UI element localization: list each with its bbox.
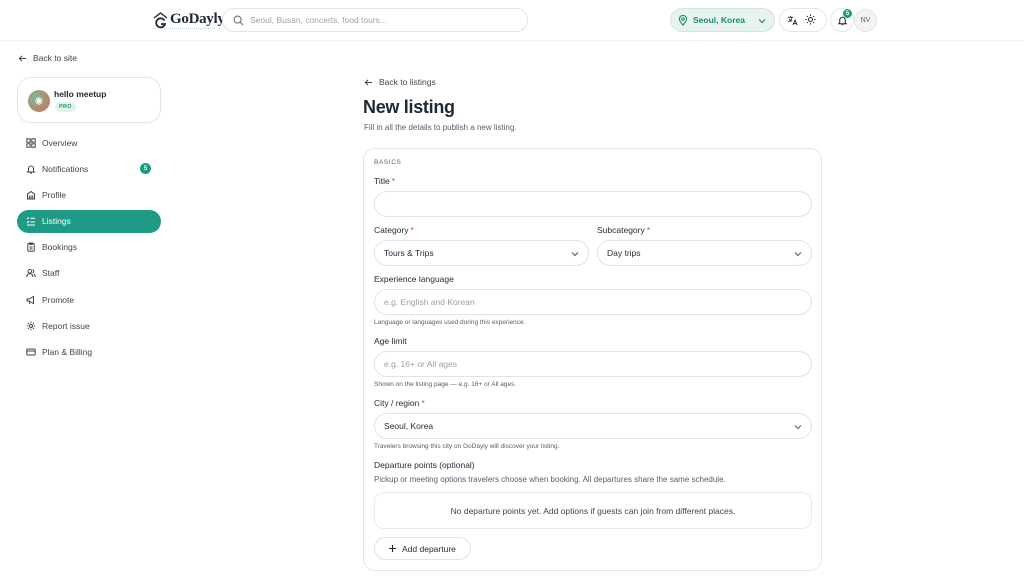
search-bar[interactable] xyxy=(222,8,528,32)
logo-icon xyxy=(153,12,168,29)
category-label: Category * xyxy=(374,225,414,235)
city-label: City / region * xyxy=(374,398,425,408)
listing-form-card: BASICS Title * Category * Tours & Trips Su… xyxy=(363,148,822,571)
sidebar-item-label: Overview xyxy=(42,137,78,148)
sidebar-item-notifications[interactable]: Notifications 5 xyxy=(17,157,161,180)
sidebar-item-promote[interactable]: Promote xyxy=(17,288,161,311)
back-to-listings-link[interactable]: Back to listings xyxy=(364,77,436,87)
language-label: Experience language xyxy=(374,274,454,284)
sun-icon[interactable] xyxy=(805,14,816,25)
logo-underline xyxy=(153,28,215,30)
add-departure-button[interactable]: Add departure xyxy=(374,537,471,560)
search-input[interactable] xyxy=(250,15,510,25)
notification-count-badge: 5 xyxy=(843,9,852,18)
age-limit-label: Age limit xyxy=(374,336,407,346)
chevron-down-icon xyxy=(794,425,802,430)
bell-icon xyxy=(26,165,36,174)
chevron-down-icon xyxy=(571,252,579,257)
plan-badge: PRO xyxy=(55,102,76,112)
sidebar-item-listings[interactable]: Listings xyxy=(17,209,161,233)
back-to-listings-label: Back to listings xyxy=(379,77,436,87)
sidebar-item-label: Plan & Billing xyxy=(42,347,93,357)
users-icon xyxy=(26,269,36,278)
translate-icon xyxy=(787,15,798,25)
location-selector[interactable]: Seoul, Korea xyxy=(670,8,775,32)
sidebar-item-label: Report issue xyxy=(42,320,90,331)
map-pin-icon xyxy=(678,14,688,26)
sidebar-item-report-issue[interactable]: Report issue xyxy=(17,314,161,337)
clipboard-icon xyxy=(27,242,35,253)
title-input[interactable] xyxy=(384,199,811,209)
chevron-down-icon xyxy=(758,19,766,24)
sidebar-item-label: Profile xyxy=(42,189,67,200)
search-icon xyxy=(233,15,244,25)
back-to-site-label: Back to site xyxy=(33,53,77,63)
org-name: hello meetup xyxy=(54,89,107,99)
arrow-left-icon xyxy=(18,54,27,62)
plus-icon xyxy=(389,545,396,552)
departure-points-description: Pickup or meeting options travelers choo… xyxy=(374,475,726,484)
sidebar-item-label: Listings xyxy=(42,216,71,227)
page-title: New listing xyxy=(363,97,455,117)
arrow-left-icon xyxy=(364,78,373,86)
required-marker: * xyxy=(421,398,425,408)
sidebar-item-label: Staff xyxy=(42,268,60,279)
brand-logo[interactable]: GoDayly xyxy=(153,10,225,32)
language-input[interactable] xyxy=(384,297,811,307)
category-select[interactable]: Tours & Trips xyxy=(374,240,589,266)
sidebar-item-label: Notifications xyxy=(42,163,89,174)
age-limit-input[interactable] xyxy=(384,359,811,369)
age-limit-help-text: Shown on the listing page — e.g. 16+ or … xyxy=(374,381,517,388)
organization-card[interactable]: hello meetup PRO xyxy=(17,77,161,123)
notifications-count-badge: 5 xyxy=(140,163,151,175)
language-field[interactable] xyxy=(374,289,812,315)
add-departure-label: Add departure xyxy=(402,543,456,554)
subcategory-select[interactable]: Day trips xyxy=(597,240,812,266)
top-bar: GoDayly Seoul, Korea 5 NV xyxy=(0,0,1024,41)
required-marker: * xyxy=(646,225,651,235)
page-subtitle: Fill in all the details to publish a new… xyxy=(364,123,517,132)
building-icon xyxy=(27,190,35,200)
sidebar-nav: Overview Notifications 5 Profile Listing… xyxy=(17,131,161,367)
grid-icon xyxy=(26,137,36,148)
city-select[interactable]: Seoul, Korea xyxy=(374,413,812,439)
sidebar-item-plan-billing[interactable]: Plan & Billing xyxy=(17,341,161,364)
sidebar-item-overview[interactable]: Overview xyxy=(17,131,161,154)
sidebar-item-label: Bookings xyxy=(42,242,77,253)
category-value: Tours & Trips xyxy=(384,248,434,258)
subcategory-value: Day trips xyxy=(607,248,641,258)
city-value: Seoul, Korea xyxy=(384,421,434,431)
sidebar-item-label: Promote xyxy=(42,294,75,305)
location-label: Seoul, Korea xyxy=(693,15,745,25)
language-help-text: Language or languages used during this e… xyxy=(374,319,526,326)
credit-card-icon xyxy=(26,348,36,356)
city-help-text: Travelers browsing this city on GoDayly … xyxy=(374,443,560,450)
title-field[interactable] xyxy=(374,191,812,217)
chevron-down-icon xyxy=(794,252,802,257)
age-limit-field[interactable] xyxy=(374,351,812,377)
required-marker: * xyxy=(410,225,414,235)
settings-icon xyxy=(26,321,36,331)
section-heading: BASICS xyxy=(374,159,402,166)
megaphone-icon xyxy=(26,295,34,304)
sidebar-item-bookings[interactable]: Bookings xyxy=(17,236,161,259)
subcategory-label: Subcategory * xyxy=(597,225,651,235)
language-button[interactable] xyxy=(779,8,827,32)
sidebar-item-staff[interactable]: Staff xyxy=(17,262,161,285)
org-avatar xyxy=(28,90,50,112)
user-avatar[interactable]: NV xyxy=(854,9,877,32)
list-icon xyxy=(26,217,35,226)
back-to-site-link[interactable]: Back to site xyxy=(18,53,77,63)
departure-points-label: Departure points (optional) xyxy=(374,460,475,470)
title-label: Title * xyxy=(374,176,396,186)
departure-empty-state: No departure points yet. Add options if … xyxy=(374,492,812,529)
sidebar-item-profile[interactable]: Profile xyxy=(17,183,161,206)
required-marker: * xyxy=(391,176,396,186)
sparkle-icon xyxy=(35,97,43,105)
brand-name: GoDayly xyxy=(170,11,225,27)
